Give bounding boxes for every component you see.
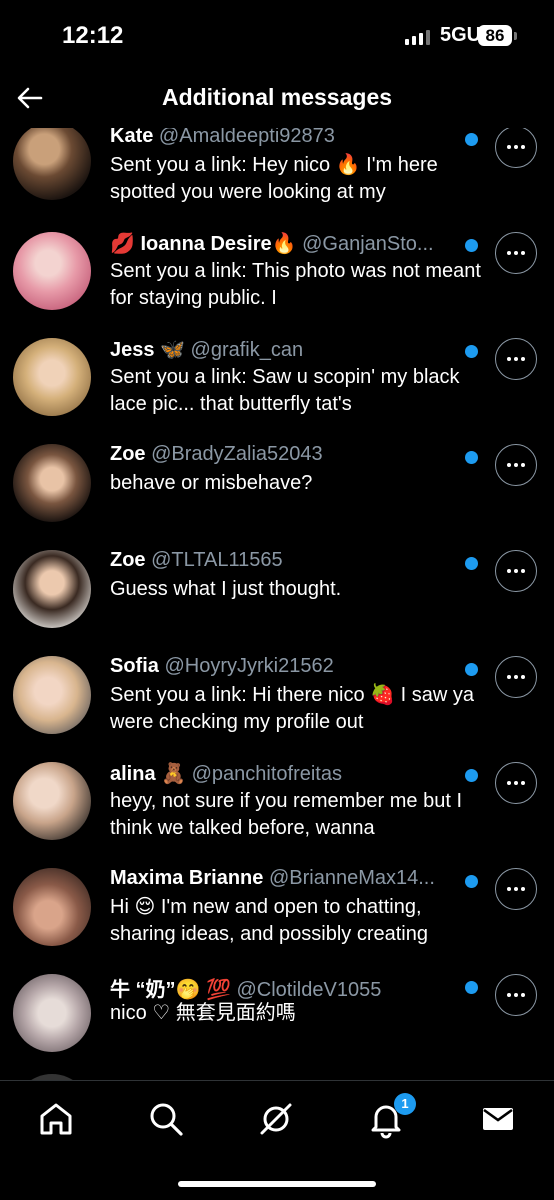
home-icon[interactable]	[36, 1099, 76, 1139]
message-request-list: Kate @Amaldeepti92873 Sent you a link: H…	[0, 128, 554, 1080]
unread-dot	[465, 133, 478, 146]
avatar[interactable]	[13, 656, 91, 734]
sender-name: 牛 “奶”🤭 💯	[110, 979, 231, 1001]
unread-dot	[465, 981, 478, 994]
more-options-button[interactable]	[495, 656, 537, 698]
sender-name: Kate	[110, 128, 154, 147]
avatar[interactable]	[13, 444, 91, 522]
sender-name: 💋 Ioanna Desire🔥	[110, 233, 297, 255]
more-options-button[interactable]	[495, 974, 537, 1016]
more-options-button[interactable]	[495, 550, 537, 592]
sender-name: Maxima Brianne	[110, 867, 264, 889]
list-item[interactable]: alina 🧸 @panchitofreitas heyy, not sure …	[0, 762, 554, 870]
list-item[interactable]: Sofia @HoyryJyrki21562 Sent you a link: …	[0, 655, 554, 764]
avatar[interactable]	[13, 550, 91, 628]
sender-handle: @GanjanSto...	[302, 233, 434, 255]
list-item[interactable]: 💋 Ioanna Desire🔥 @GanjanSto... Sent you …	[0, 232, 554, 340]
clock: 12:12	[62, 22, 124, 49]
unread-dot	[465, 663, 478, 676]
unread-dot	[465, 345, 478, 358]
message-preview: Hi 😌 I'm new and open to chatting, shari…	[110, 896, 428, 945]
battery-icon: 86	[478, 25, 517, 46]
notification-badge: 1	[394, 1093, 416, 1115]
sender-handle: @grafik_can	[190, 339, 304, 361]
more-options-button[interactable]	[495, 444, 537, 486]
list-item[interactable]: Zoe @BradyZalia52043 behave or misbehave…	[0, 443, 554, 552]
more-options-button[interactable]	[495, 338, 537, 380]
status-bar: 12:12 5GUC 86	[0, 0, 554, 70]
avatar[interactable]	[13, 338, 91, 416]
list-item[interactable]: Zoe @TLTAL11565 Guess what I just though…	[0, 549, 554, 658]
sender-handle: @ClotildeV1055	[236, 979, 382, 1001]
bottom-tab-bar: 1	[0, 1080, 554, 1200]
message-preview: heyy, not sure if you remember me but I …	[110, 790, 463, 839]
grok-icon[interactable]	[256, 1099, 296, 1139]
sender-name: Sofia	[110, 655, 159, 677]
sender-handle: @BradyZalia52043	[151, 443, 323, 465]
sender-name: Zoe	[110, 549, 146, 571]
avatar[interactable]	[13, 868, 91, 946]
message-preview: nico ♡ 無套見面約嗎	[110, 1002, 296, 1024]
unread-dot	[465, 875, 478, 888]
cellular-signal-icon	[405, 30, 430, 45]
list-item[interactable]: Kate @Amaldeepti92873 Sent you a link: H…	[0, 128, 554, 234]
page-title: Additional messages	[161, 84, 393, 110]
messages-icon[interactable]	[478, 1099, 518, 1139]
sender-name: Zoe	[110, 443, 146, 465]
avatar[interactable]	[13, 128, 91, 200]
avatar[interactable]	[13, 232, 91, 310]
more-options-button[interactable]	[495, 232, 537, 274]
sender-handle: @TLTAL11565	[151, 549, 283, 571]
more-options-button[interactable]	[495, 868, 537, 910]
unread-dot	[465, 451, 478, 464]
home-indicator	[178, 1181, 376, 1187]
unread-dot	[465, 769, 478, 782]
message-preview: Guess what I just thought.	[110, 578, 342, 600]
unread-dot	[465, 239, 478, 252]
list-item[interactable]: Maxima Brianne @BrianneMax14... Hi 😌 I'm…	[0, 867, 554, 976]
sender-name: alina 🧸	[110, 763, 187, 785]
top-bar: Additional messages	[0, 70, 554, 128]
sender-handle: @BrianneMax14...	[268, 867, 435, 889]
message-preview: Sent you a link: Hey nico 🔥 I'm here spo…	[110, 154, 438, 203]
avatar[interactable]	[13, 762, 91, 840]
sender-handle: @panchitofreitas	[191, 763, 342, 785]
unread-dot	[465, 557, 478, 570]
more-options-button[interactable]	[495, 128, 537, 168]
message-preview: Sent you a link: Saw u scopin' my black …	[110, 366, 460, 415]
list-item[interactable]: Jess 🦋 @grafik_can Sent you a link: Saw …	[0, 338, 554, 446]
avatar[interactable]	[13, 974, 91, 1052]
list-item[interactable]: 牛 “奶”🤭 💯 @ClotildeV1055 nico ♡ 無套見面約嗎	[0, 974, 554, 1080]
sender-name: Jess 🦋	[110, 339, 185, 361]
message-preview: behave or misbehave?	[110, 472, 313, 494]
message-preview: Sent you a link: This photo was not mean…	[110, 260, 481, 309]
sender-handle: @Amaldeepti92873	[158, 128, 335, 147]
message-preview: Sent you a link: Hi there nico 🍓 I saw y…	[110, 684, 474, 733]
search-icon[interactable]	[146, 1099, 186, 1139]
more-options-button[interactable]	[495, 762, 537, 804]
sender-handle: @HoyryJyrki21562	[164, 655, 334, 677]
